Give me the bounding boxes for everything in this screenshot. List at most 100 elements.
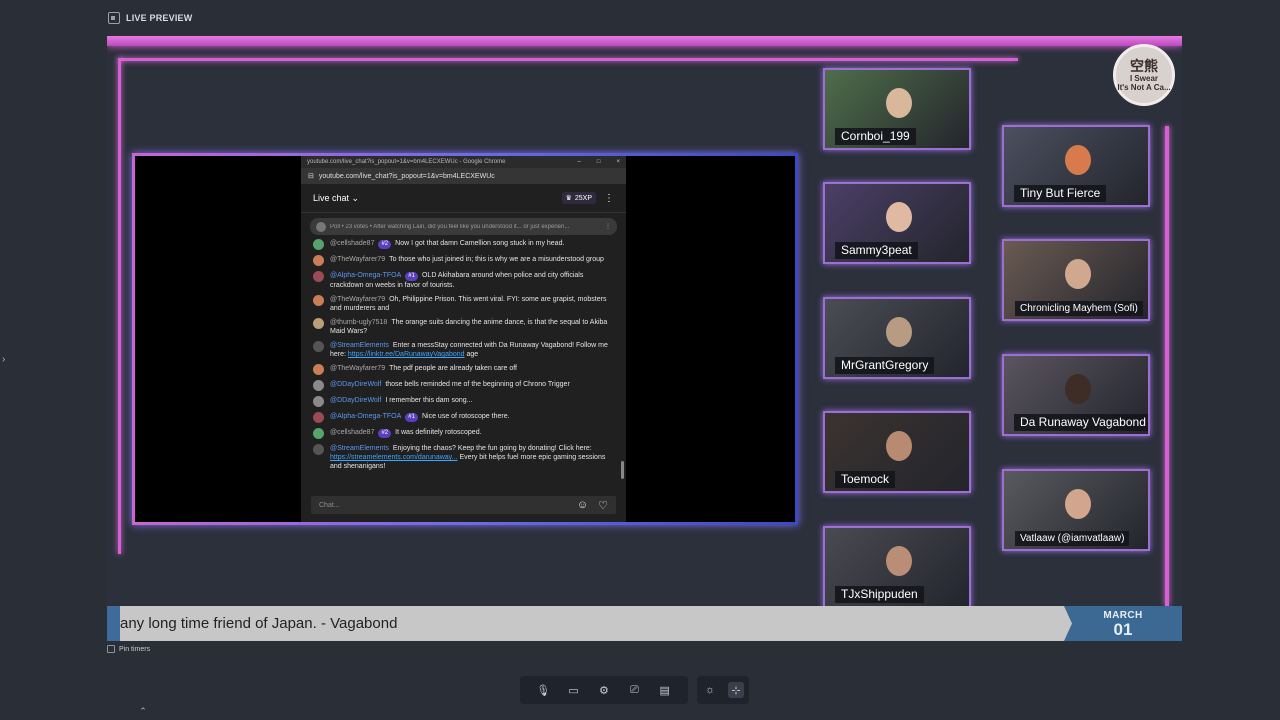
chat-username[interactable]: @TheWayfarer79	[330, 296, 385, 303]
microphone-icon[interactable]: 🎙	[535, 682, 551, 698]
chat-message: @cellshade87 #2 It was definitely rotoscop…	[313, 428, 614, 439]
chat-avatar[interactable]	[313, 295, 324, 306]
chat-username[interactable]: @Alpha-Omega-TFOA	[330, 272, 401, 279]
share-screen-icon[interactable]: ⎚	[626, 682, 642, 698]
address-bar[interactable]: ⊟ youtube.com/live_chat?is_popout=1&v=bm…	[301, 168, 626, 184]
participant-tile[interactable]: Da Runaway Vagabond	[1002, 354, 1150, 436]
poll-menu-icon[interactable]: ⋮	[605, 223, 611, 230]
chat-username[interactable]: @TheWayfarer79	[330, 256, 385, 263]
pin-timers-toggle[interactable]: Pin timers	[107, 645, 150, 653]
chat-username[interactable]: @Alpha-Omega-TFOA	[330, 413, 401, 420]
chat-message: @Alpha-Omega-TFOA #1 OLD Akihabara around …	[313, 271, 614, 290]
chat-scrollbar[interactable]	[621, 461, 624, 479]
participant-tile[interactable]: Chronicling Mayhem (Sofi)	[1002, 239, 1150, 321]
speaker-icon[interactable]	[108, 12, 120, 24]
chat-avatar[interactable]	[313, 239, 324, 250]
chat-message-body: @DDayDireWolf I remember this dam song...	[330, 396, 614, 405]
chat-username[interactable]: @thumb-ugly7518	[330, 319, 387, 326]
chat-message: @TheWayfarer79 Oh, Philippine Prison. Thi…	[313, 295, 614, 313]
chat-username[interactable]: @DDayDireWolf	[330, 397, 381, 404]
emoji-icon[interactable]: ☺	[577, 499, 588, 512]
channel-logo: 空熊 I Swear It's Not A Ca...	[1113, 44, 1175, 106]
ticker-accent	[107, 606, 120, 641]
more-options-icon[interactable]: ⋮	[604, 193, 614, 204]
live-preview-title: LIVE PREVIEW	[126, 13, 193, 23]
maximize-icon[interactable]: □	[597, 159, 601, 165]
chat-link[interactable]: https://streamelements.com/darunaway...	[330, 454, 457, 461]
chat-username[interactable]: @cellshade87	[330, 429, 374, 436]
chat-avatar[interactable]	[313, 396, 324, 407]
layout-icon[interactable]: ▤	[657, 682, 673, 698]
chat-input[interactable]: Chat... ☺ ♡	[311, 496, 616, 514]
participant-name: Chronicling Mayhem (Sofi)	[1015, 301, 1143, 316]
neon-top-bar	[107, 36, 1182, 46]
chat-link[interactable]: https://linktr.ee/DaRunawayVagabond	[348, 351, 465, 358]
participant-avatar	[1065, 259, 1091, 289]
camera-icon[interactable]: ▭	[566, 682, 582, 698]
chat-message: @cellshade87 #2 Now I got that damn Camell…	[313, 239, 614, 250]
rank-badge: #2	[378, 240, 392, 249]
chat-username[interactable]: @TheWayfarer79	[330, 365, 385, 372]
expand-sidebar-icon[interactable]: ›	[2, 354, 5, 365]
stream-preview-canvas: 空熊 I Swear It's Not A Ca... youtube.com/li…	[107, 36, 1182, 641]
chat-avatar[interactable]	[313, 364, 324, 375]
pin-timers-checkbox[interactable]	[107, 645, 115, 653]
participant-tile[interactable]: MrGrantGregory	[823, 297, 971, 379]
chat-avatar[interactable]	[313, 255, 324, 266]
chat-avatar[interactable]	[313, 380, 324, 391]
chat-username[interactable]: @cellshade87	[330, 240, 374, 247]
chat-message: @DDayDireWolf those bells reminded me of …	[313, 380, 614, 391]
ticker-bar: any long time friend of Japan. - Vagabon…	[107, 606, 1182, 641]
chat-message-list: @cellshade87 #2 Now I got that damn Camell…	[301, 239, 626, 471]
rank-badge: #1	[405, 413, 418, 422]
participant-avatar	[1065, 145, 1091, 175]
minimize-icon[interactable]: –	[578, 159, 581, 165]
chat-username[interactable]: @DDayDireWolf	[330, 381, 381, 388]
chat-message-body: @Alpha-Omega-TFOA #1 OLD Akihabara around …	[330, 271, 614, 290]
chat-message: @StreamElements Enter a messStay connecte…	[313, 341, 614, 359]
chat-username[interactable]: @StreamElements	[330, 342, 389, 349]
logo-line3: It's Not A Ca...	[1117, 82, 1171, 92]
poll-banner[interactable]: Poll • 23 votes • After watching Lain, d…	[310, 218, 617, 235]
close-icon[interactable]: ×	[616, 159, 620, 165]
brightness-icon[interactable]: ☼	[702, 682, 718, 698]
youtube-live-chat-window: youtube.com/live_chat?is_popout=1&v=bm4L…	[301, 156, 626, 522]
participant-tile[interactable]: Cornboi_199	[823, 68, 971, 150]
view-controls: ☼ ⊹	[697, 676, 749, 704]
chat-message-body: @TheWayfarer79 Oh, Philippine Prison. Thi…	[330, 295, 614, 313]
pin-timers-label: Pin timers	[119, 645, 151, 653]
chat-avatar[interactable]	[313, 341, 324, 352]
participant-name: Toemock	[835, 471, 896, 488]
chat-username[interactable]: @StreamElements	[330, 445, 389, 452]
participant-tile[interactable]: Sammy3peat	[823, 182, 971, 264]
site-info-icon[interactable]: ⊟	[308, 172, 314, 180]
chat-avatar[interactable]	[313, 318, 324, 329]
chat-text: To those who just joined in; this is why…	[389, 256, 604, 263]
participant-tile[interactable]: TJxShippuden	[823, 526, 971, 608]
settings-icon[interactable]: ⚙	[596, 682, 612, 698]
ticker-text: any long time friend of Japan. - Vagabon…	[120, 615, 398, 632]
chat-avatar[interactable]	[313, 428, 324, 439]
participant-name: TJxShippuden	[835, 586, 924, 603]
focus-icon[interactable]: ⊹	[728, 682, 744, 698]
chat-avatar[interactable]	[313, 271, 324, 282]
xp-badge: ♛ 25XP	[561, 192, 596, 204]
participant-avatar	[1065, 374, 1091, 404]
participant-tile[interactable]: Tiny But Fierce	[1002, 125, 1150, 207]
rank-badge: #1	[405, 272, 418, 281]
collapse-icon[interactable]: ⌃	[137, 706, 149, 718]
neon-inner-top	[118, 58, 1018, 61]
logo-glyph: 空熊	[1130, 57, 1158, 74]
browser-titlebar: youtube.com/live_chat?is_popout=1&v=bm4L…	[301, 156, 626, 168]
chat-message-body: @Alpha-Omega-TFOA #1 Nice use of rotoscope…	[330, 412, 614, 422]
date-day: 01	[1113, 620, 1133, 639]
chat-message-body: @DDayDireWolf those bells reminded me of …	[330, 380, 614, 389]
chat-avatar[interactable]	[313, 444, 324, 455]
live-chat-dropdown[interactable]: Live chat ⌄	[313, 193, 359, 204]
participant-name: Da Runaway Vagabond	[1014, 414, 1148, 431]
participant-tile[interactable]: Toemock	[823, 411, 971, 493]
chat-avatar[interactable]	[313, 412, 324, 423]
chat-message: @TheWayfarer79 To those who just joined i…	[313, 255, 614, 266]
heart-icon[interactable]: ♡	[598, 499, 608, 512]
participant-tile[interactable]: Vatlaaw (@iamvatlaaw)	[1002, 469, 1150, 551]
